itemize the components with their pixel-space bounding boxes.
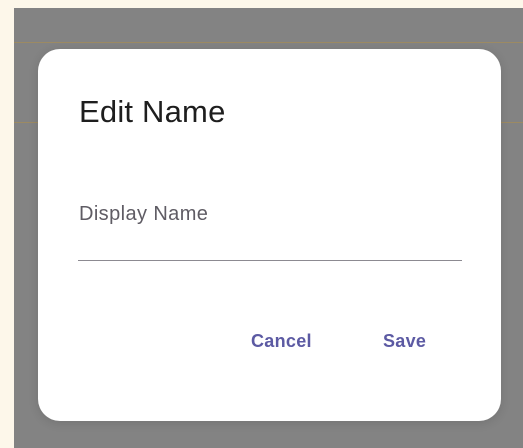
display-name-input[interactable]: [78, 189, 462, 259]
save-button[interactable]: Save: [377, 321, 432, 361]
dialog-actions: Cancel Save: [38, 321, 501, 361]
cancel-button[interactable]: Cancel: [245, 321, 318, 361]
dialog-title: Edit Name: [79, 94, 226, 129]
field-underline: [78, 260, 462, 261]
edit-name-dialog: Edit Name Display Name Cancel Save: [38, 49, 501, 421]
background-divider: [14, 42, 523, 43]
display-name-text-field[interactable]: Display Name: [78, 189, 462, 261]
